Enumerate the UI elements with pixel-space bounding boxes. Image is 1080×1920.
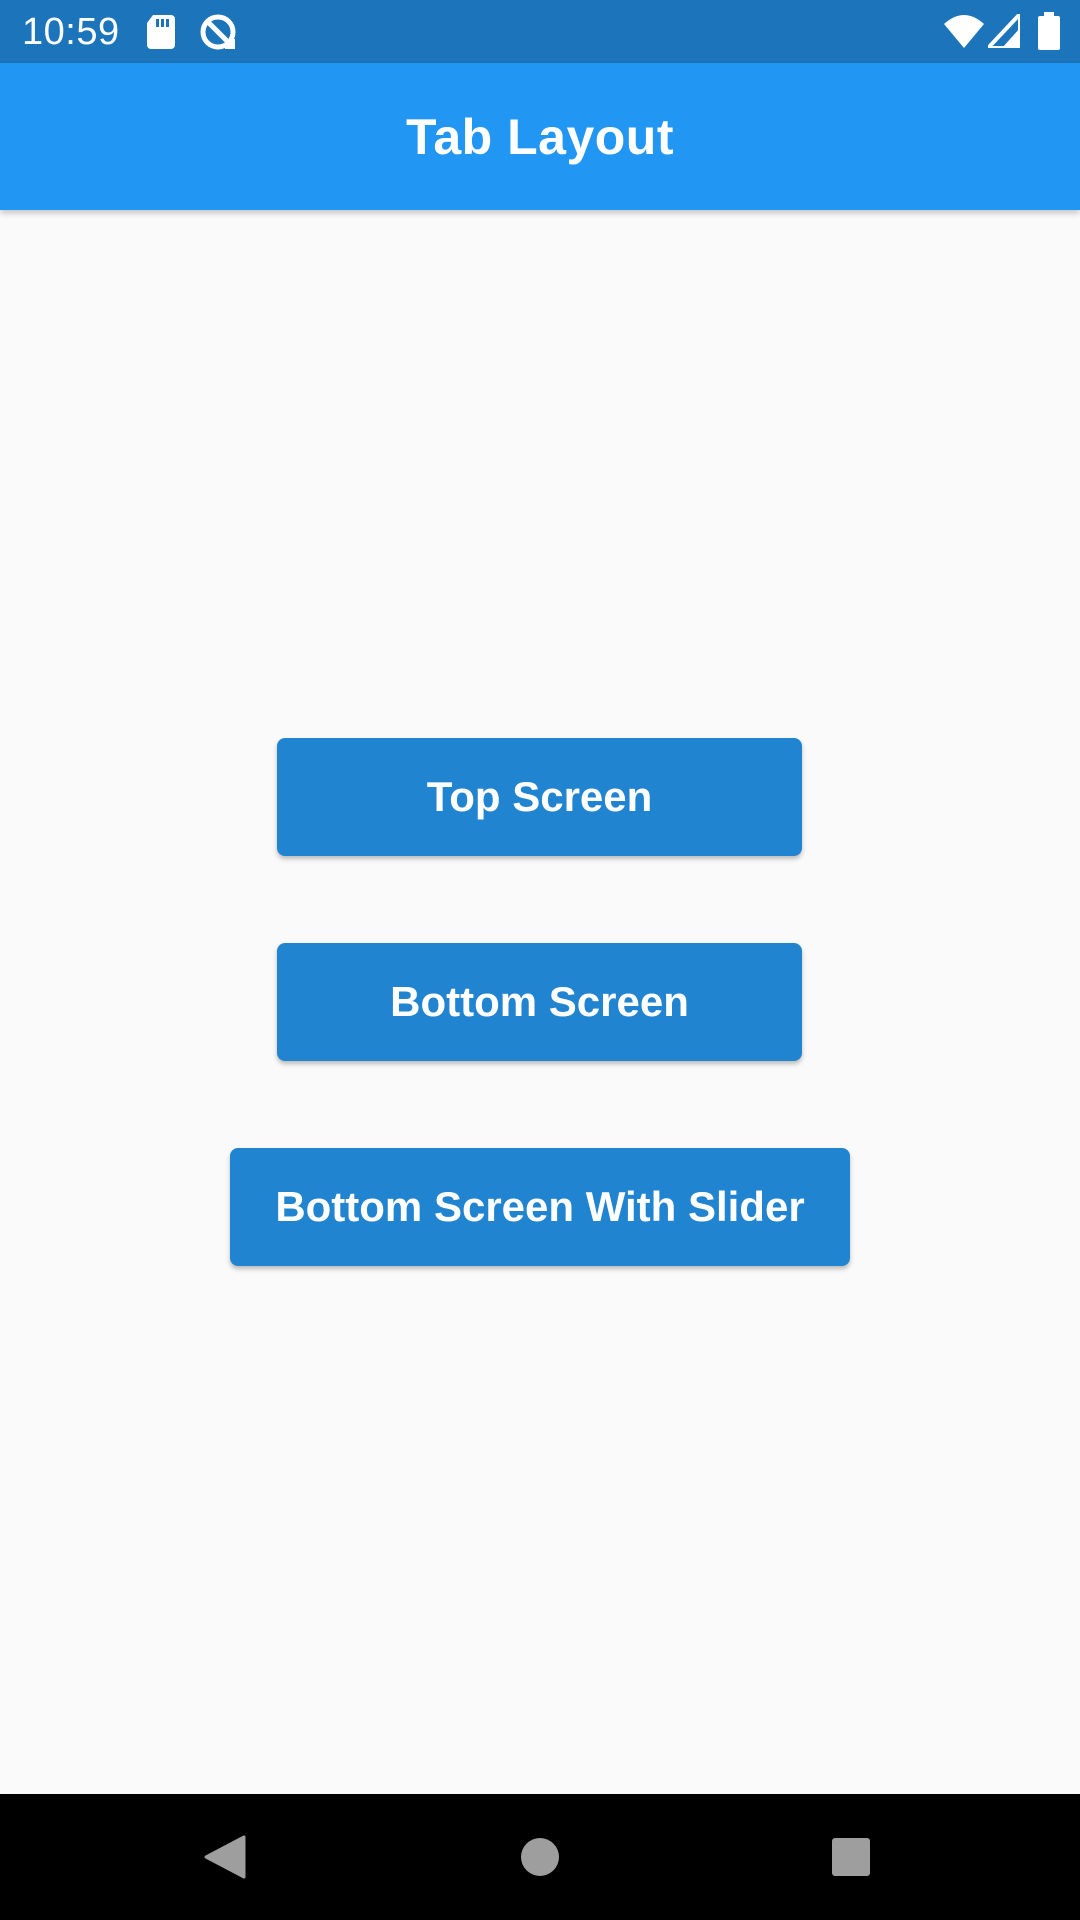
battery-icon <box>1038 12 1060 50</box>
status-time: 10:59 <box>22 11 120 53</box>
bottom-screen-button[interactable]: Bottom Screen <box>277 943 802 1061</box>
status-bar: 10:59 <box>0 0 1080 63</box>
screen: 10:59 Tab Layout Top Screen Bottom Scree… <box>0 0 1080 1920</box>
home-icon[interactable] <box>520 1837 560 1877</box>
data-saver-icon <box>200 14 236 50</box>
app-bar-title: Tab Layout <box>406 108 674 165</box>
wifi-icon <box>944 15 984 48</box>
recents-icon[interactable] <box>831 1837 871 1877</box>
top-screen-button[interactable]: Top Screen <box>277 738 802 856</box>
app-bar: Tab Layout <box>0 63 1080 210</box>
sd-card-icon <box>147 15 175 49</box>
bottom-screen-with-slider-button[interactable]: Bottom Screen With Slider <box>230 1148 850 1266</box>
navigation-bar <box>0 1794 1080 1920</box>
cell-signal-icon <box>988 14 1020 48</box>
back-icon[interactable] <box>204 1835 246 1879</box>
